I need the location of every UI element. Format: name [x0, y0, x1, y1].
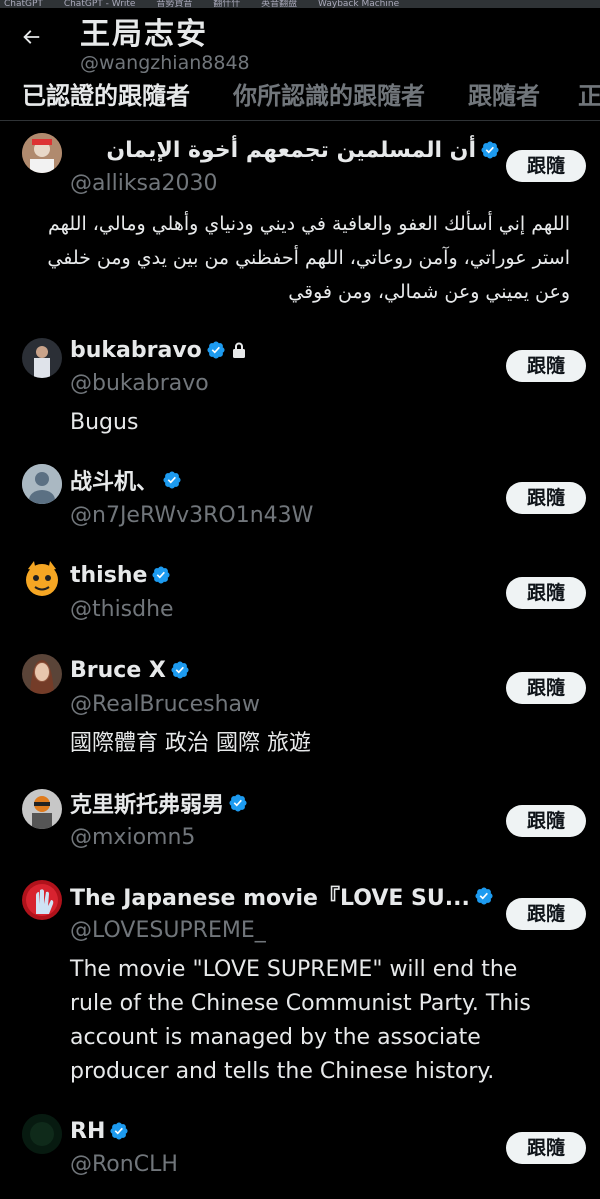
name-line: bukabravo: [70, 335, 246, 365]
follow-button[interactable]: 跟隨: [506, 577, 586, 609]
user-row[interactable]: The Japanese movie『LOVE SU... @LOVESUPRE…: [0, 878, 600, 1098]
user-handle[interactable]: @RealBruceshaw: [70, 692, 260, 717]
verified-badge-icon: [228, 793, 248, 813]
display-name[interactable]: bukabravo: [70, 338, 202, 363]
bookmark-item[interactable]: ChatGPT - Write: [64, 0, 136, 8]
follow-button[interactable]: 跟隨: [506, 1132, 586, 1164]
user-row[interactable]: Bruce X @RealBruceshaw 跟隨 國際體育 政治 國際 旅遊: [0, 650, 600, 770]
tab-bar: 已認證的跟隨者 你所認識的跟隨者 跟隨者 正: [0, 74, 600, 121]
follow-button[interactable]: 跟隨: [506, 350, 586, 382]
user-bio: 國際體育 政治 國際 旅遊: [70, 731, 311, 756]
back-arrow-icon[interactable]: [20, 26, 44, 50]
display-name[interactable]: Bruce X: [70, 658, 166, 683]
user-handle[interactable]: @mxiomn5: [70, 825, 195, 850]
follow-button[interactable]: 跟隨: [506, 482, 586, 514]
bookmark-item[interactable]: Wayback Machine: [318, 0, 399, 8]
avatar[interactable]: [22, 338, 62, 378]
user-row[interactable]: 战斗机、 @n7JeRWv3RO1n43W 跟隨: [0, 460, 600, 540]
verified-badge-icon: [480, 140, 500, 160]
user-row[interactable]: 克里斯托弗弱男 @mxiomn5 跟隨: [0, 785, 600, 865]
name-line: 克里斯托弗弱男: [70, 788, 248, 818]
verified-badge-icon: [151, 565, 171, 585]
verified-badge-icon: [474, 886, 494, 906]
user-handle[interactable]: @bukabravo: [70, 371, 209, 396]
name-line: The Japanese movie『LOVE SU...: [70, 881, 494, 911]
user-handle[interactable]: @n7JeRWv3RO1n43W: [70, 503, 313, 528]
user-row[interactable]: bukabravo @bukabravo 跟隨 Bugus: [0, 330, 600, 445]
verified-badge-icon: [170, 660, 190, 680]
avatar[interactable]: [22, 464, 62, 504]
display-name[interactable]: 战斗机、: [70, 464, 158, 496]
user-row[interactable]: RH @RonCLH 跟隨: [0, 1112, 600, 1199]
display-name[interactable]: أن المسلمين تجمعهم أخوة الإيمان: [106, 138, 476, 163]
user-row[interactable]: أن المسلمين تجمعهم أخوة الإيمان @alliksa…: [0, 125, 600, 325]
avatar[interactable]: [22, 133, 62, 173]
tab-following[interactable]: 正: [578, 76, 600, 111]
verified-badge-icon: [162, 470, 182, 490]
bookmark-item[interactable]: 英音翻盘: [261, 0, 297, 8]
user-handle[interactable]: @RonCLH: [70, 1152, 178, 1177]
bookmark-item[interactable]: 音勢貨音: [156, 0, 192, 8]
user-bio: The movie "LOVE SUPREME" will end the ru…: [70, 957, 531, 1084]
name-line: أن المسلمين تجمعهم أخوة الإيمان: [106, 135, 500, 165]
verified-badge-icon: [206, 340, 226, 360]
bookmark-item[interactable]: ChatGPT: [4, 0, 43, 8]
page-subtitle-handle: @wangzhian8848: [80, 52, 250, 74]
display-name[interactable]: The Japanese movie『LOVE SU...: [70, 880, 470, 912]
follow-button[interactable]: 跟隨: [506, 150, 586, 182]
display-name[interactable]: 克里斯托弗弱男: [70, 787, 224, 819]
tab-followers[interactable]: 跟隨者: [468, 76, 540, 111]
follow-button[interactable]: 跟隨: [506, 672, 586, 704]
display-name[interactable]: thishe: [70, 563, 147, 588]
avatar[interactable]: [22, 654, 62, 694]
user-bio: اللهم إني أسألك العفو والعافية في ديني و…: [47, 213, 570, 303]
bookmark-item[interactable]: 翻什什: [213, 0, 240, 8]
tab-followers-you-know[interactable]: 你所認識的跟隨者: [233, 76, 425, 111]
display-name[interactable]: RH: [70, 1119, 105, 1144]
bookmarks-bar: ChatGPT ChatGPT - Write 音勢貨音 翻什什 英音翻盘 Wa…: [0, 0, 600, 8]
avatar[interactable]: [22, 1114, 62, 1154]
avatar[interactable]: [22, 789, 62, 829]
verified-badge-icon: [109, 1121, 129, 1141]
page-title: 王局志安: [80, 17, 208, 52]
user-bio: Bugus: [70, 410, 139, 435]
lock-icon: [232, 342, 245, 358]
name-line: Bruce X: [70, 655, 190, 685]
avatar[interactable]: [22, 880, 62, 920]
name-line: thishe: [70, 560, 171, 590]
tab-verified-followers[interactable]: 已認證的跟隨者: [22, 76, 190, 111]
user-row[interactable]: thishe @thisdhe 跟隨: [0, 555, 600, 635]
name-line: RH: [70, 1116, 129, 1146]
user-handle[interactable]: @thisdhe: [70, 597, 174, 622]
follow-button[interactable]: 跟隨: [506, 898, 586, 930]
name-line: 战斗机、: [70, 465, 182, 495]
user-handle[interactable]: @alliksa2030: [70, 171, 218, 196]
follow-button[interactable]: 跟隨: [506, 805, 586, 837]
user-handle[interactable]: @LOVESUPREME_: [70, 918, 266, 943]
avatar[interactable]: [22, 559, 62, 599]
